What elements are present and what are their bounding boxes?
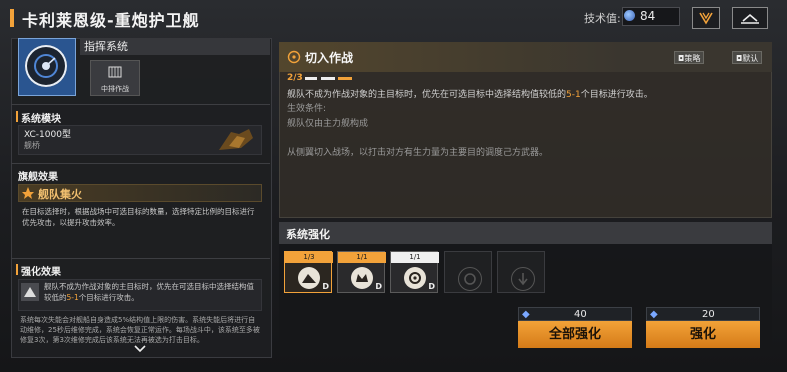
module-sub: 舰桥 <box>24 141 40 150</box>
locked-gear-icon <box>458 267 482 291</box>
enhance-button[interactable]: 强化 <box>646 321 760 348</box>
condition-label: 生效条件: <box>287 104 327 114</box>
strategy-title: 切入作战 <box>305 51 354 65</box>
system-enhance-title: 系统强化 <box>286 228 330 241</box>
default-tag-label: 默认 <box>742 54 759 63</box>
enhance-more-text: 系统每次失能会对舰船自身造成5%结构值上限的伤害。系统失能后将进行自动维修，25… <box>20 316 260 344</box>
section-accent <box>16 111 18 122</box>
enhance-all-cost-value: 40 <box>573 309 587 320</box>
gem-icon: ◆ <box>522 309 530 320</box>
divider <box>11 104 270 105</box>
tile-grade: D <box>428 282 435 291</box>
enhance-tile-2[interactable]: 1/1 D <box>337 251 386 293</box>
flagship-effect-name: 舰队集火 <box>38 188 82 201</box>
tile-grade: D <box>322 282 329 291</box>
default-tag[interactable]: ◘默认 <box>732 51 763 64</box>
mid-combat-label: 中排作战 <box>101 85 129 93</box>
chevron-down-icon[interactable] <box>133 345 147 353</box>
progress-segment <box>321 77 335 80</box>
enhance-cost: ◆ 20 <box>646 307 760 321</box>
chip-icon <box>108 66 122 78</box>
module-image <box>219 129 253 150</box>
condition-text: 舰队仅由主力舰构成 <box>287 119 369 129</box>
rank-chevron-icon <box>699 12 713 25</box>
strategy-desc-b: 个目标进行攻击。 <box>580 90 653 100</box>
page-title: 卡利莱恩级-重炮护卫舰 <box>22 11 200 30</box>
back-arrow-icon <box>741 13 759 24</box>
tech-value-label: 技术值: <box>584 12 621 25</box>
enhance-cost-value: 20 <box>701 309 715 320</box>
system-enhance-header <box>279 222 772 244</box>
flavor-text: 从侧翼切入战场，以打击对方有生力量为主要目的调度己方武器。 <box>287 148 549 158</box>
tech-gem-icon <box>624 10 635 21</box>
gear-icon <box>404 267 426 289</box>
strategy-desc-a: 舰队不成为作战对象的主目标时，优先在可选目标中选择结构值较低的 <box>287 90 567 100</box>
enhance-heading: 强化效果 <box>21 267 61 278</box>
locked-arrow-icon <box>511 267 535 291</box>
title-accent <box>10 9 14 27</box>
tile-grade: D <box>375 282 382 291</box>
enhance-all-button[interactable]: 全部强化 <box>518 321 632 348</box>
module-name: XC-1000型 <box>24 130 71 140</box>
strategy-desc: 舰队不成为作战对象的主目标时，优先在可选目标中选择结构值较低的5-1个目标进行攻… <box>287 88 757 102</box>
divider <box>11 258 270 259</box>
enhance-all-cost: ◆ 40 <box>518 307 632 321</box>
progress-segment <box>305 77 317 80</box>
crown-icon <box>351 267 373 289</box>
strategy-tag-label: 策略 <box>684 54 701 63</box>
enhance-tile-3[interactable]: 1/1 D <box>390 251 439 293</box>
tile-count: 1/3 <box>285 252 333 263</box>
tile-count: 1/1 <box>391 252 439 263</box>
strategy-desc-highlight: 5-1 <box>566 90 581 100</box>
enhance-tile-5[interactable] <box>497 251 545 293</box>
enhance-tile-4[interactable] <box>444 251 492 293</box>
flagship-effect-desc: 在目标选择时，根据战场中可选目标的数量，选择特定比例的目标进行优先攻击，以提升攻… <box>22 207 255 227</box>
divider <box>11 163 270 164</box>
gem-icon: ◆ <box>650 309 658 320</box>
flagship-effect-icon <box>22 187 34 199</box>
enhance-effect-icon <box>21 283 39 301</box>
tile-count: 1/1 <box>338 252 386 263</box>
target-system-icon <box>25 45 67 87</box>
rank-button[interactable] <box>692 7 720 29</box>
target-icon <box>287 50 301 64</box>
enhance-desc-highlight: 5-1 <box>66 293 79 302</box>
progress-segment <box>338 77 352 80</box>
command-system-title: 指挥系统 <box>80 38 270 55</box>
flagship-heading: 旗舰效果 <box>18 172 58 183</box>
back-button[interactable] <box>732 7 768 29</box>
enhance-tile-1[interactable]: 1/3 D <box>284 251 333 293</box>
enhance-desc-part2: 个目标进行攻击。 <box>78 293 139 302</box>
tech-value: 84 <box>640 9 656 23</box>
enhance-effect-desc: 舰队不成为作战对象的主目标时，优先在可选目标中选择结构值较低的5-1个目标进行攻… <box>44 281 258 303</box>
section-accent <box>16 264 18 275</box>
strategy-tag[interactable]: ◘策略 <box>674 51 705 64</box>
mountain-icon <box>298 267 320 289</box>
progress-count: 2/3 <box>287 73 303 83</box>
module-heading: 系统模块 <box>21 114 61 125</box>
